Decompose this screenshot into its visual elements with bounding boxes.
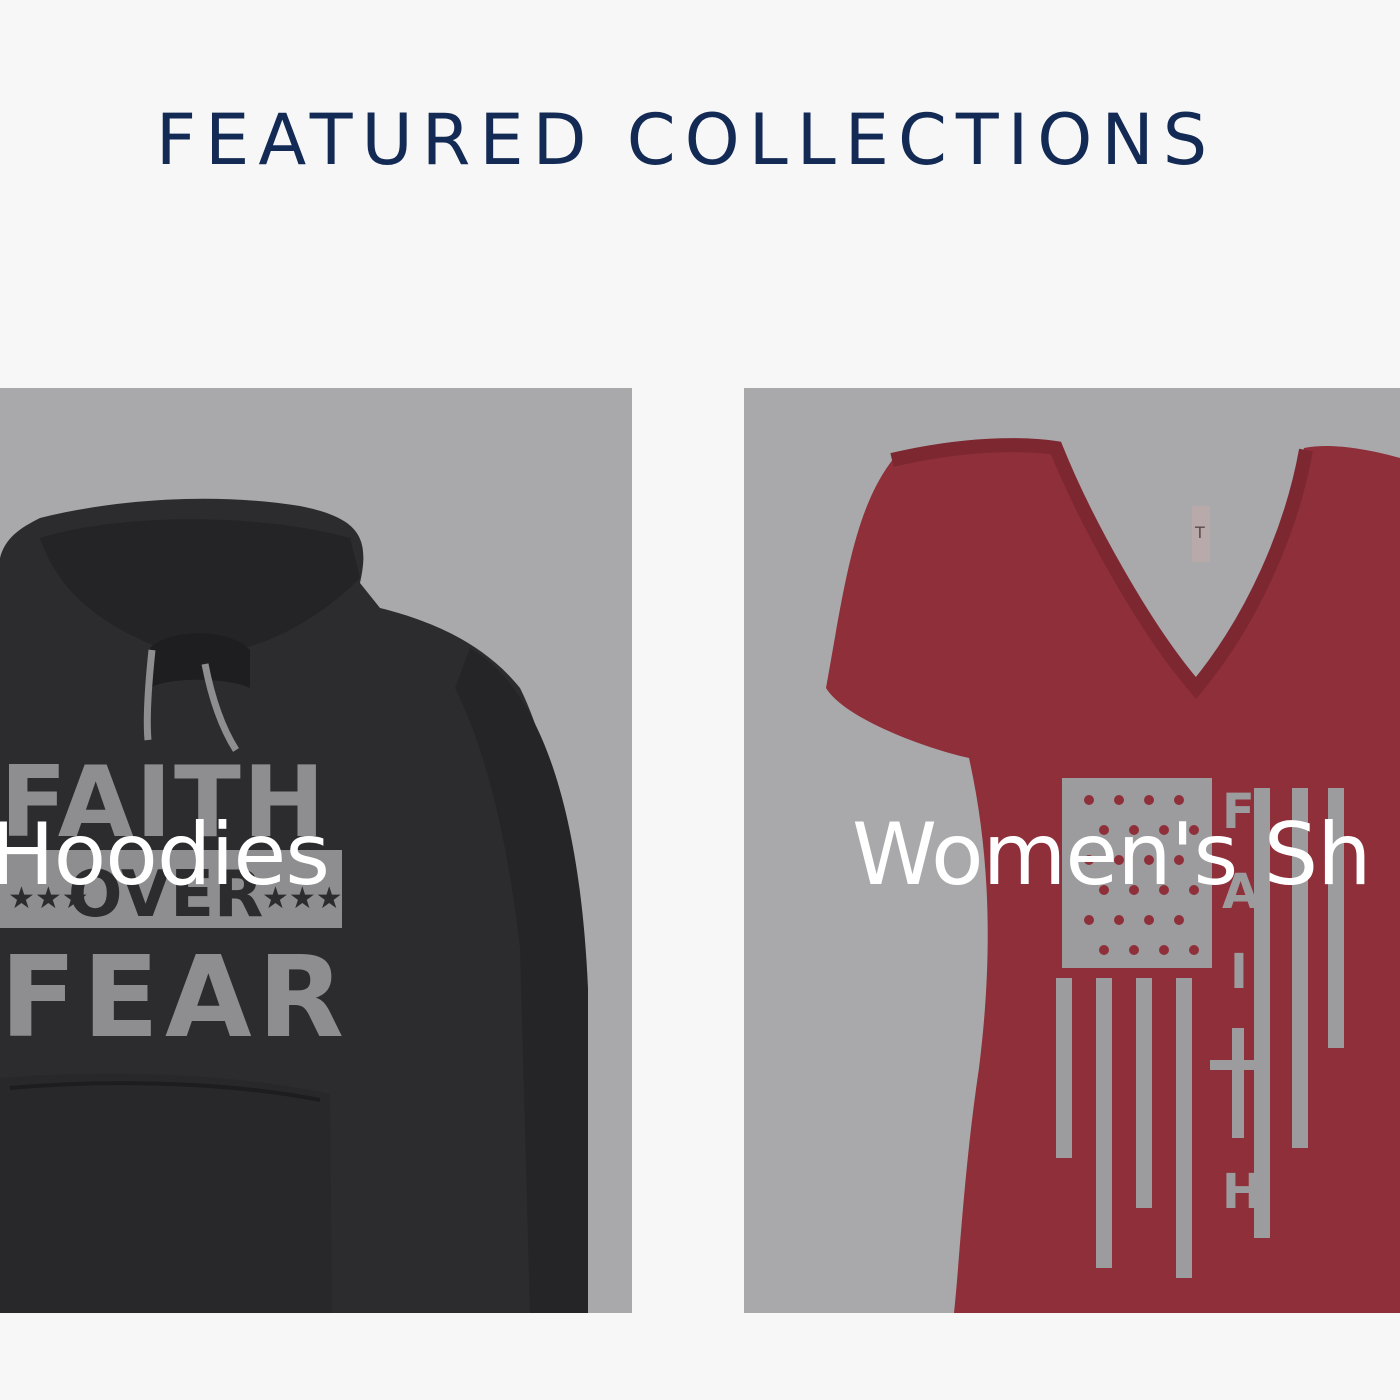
- collection-label-hoodies: Hoodies: [0, 805, 330, 905]
- svg-text:I: I: [1230, 944, 1248, 1000]
- shirt-tag-letter: T: [1194, 523, 1205, 542]
- svg-text:H: H: [1222, 1164, 1262, 1220]
- collection-card-hoodies[interactable]: FAITH OVER ★★★ ★★★ FEAR Hoodies: [0, 388, 632, 1313]
- collection-label-womens-shirts: Women's Sh: [852, 805, 1372, 905]
- hoodie-print-line3: FEAR: [0, 933, 350, 1063]
- collection-card-womens-shirts[interactable]: T F A I H Women's Sh: [744, 388, 1400, 1313]
- section-title: FEATURED COLLECTIONS: [155, 99, 1217, 181]
